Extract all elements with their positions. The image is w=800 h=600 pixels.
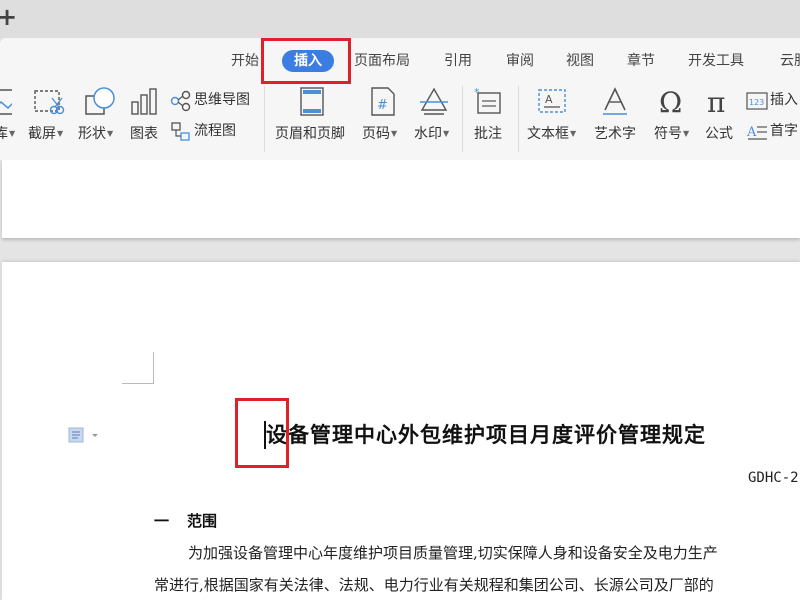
insert-tab-highlight bbox=[261, 38, 351, 84]
svg-text:123: 123 bbox=[749, 98, 764, 107]
ribbon-separator bbox=[462, 86, 463, 152]
tab-developer[interactable]: 开发工具 bbox=[688, 50, 744, 72]
comment-label: 批注 bbox=[474, 126, 502, 142]
chart-tool[interactable]: 图表 bbox=[128, 86, 164, 152]
textbox-label: 文本框▼ bbox=[527, 126, 577, 142]
watermark-tool[interactable]: 水印▼ bbox=[412, 86, 458, 152]
ribbon: 开始 插入 页面布局 引用 审阅 视图 章节 开发工具 云服 库▼ 截屏▼ bbox=[0, 38, 800, 160]
ribbon-separator bbox=[264, 86, 265, 152]
insert-number-tool[interactable]: 123 插入 bbox=[746, 90, 800, 112]
section-number: 一 bbox=[154, 512, 170, 530]
screenshot-tool[interactable]: 截屏▼ bbox=[28, 86, 70, 152]
comment-icon: * bbox=[474, 86, 501, 114]
watermark-icon bbox=[420, 87, 448, 115]
formula-label: 公式 bbox=[705, 126, 733, 142]
document-number[interactable]: GDHC-2 bbox=[748, 470, 799, 486]
pi-icon: π bbox=[707, 86, 725, 118]
screenshot-label: 截屏▼ bbox=[28, 126, 64, 142]
header-footer-label: 页眉和页脚 bbox=[275, 126, 345, 142]
tab-cloud[interactable]: 云服 bbox=[780, 50, 800, 72]
chart-icon bbox=[131, 88, 157, 115]
tab-home[interactable]: 开始 bbox=[231, 50, 259, 72]
paragraph-layout-button[interactable] bbox=[68, 426, 102, 448]
screenshot-icon bbox=[34, 90, 65, 115]
comment-tool[interactable]: * 批注 bbox=[470, 86, 510, 152]
document-page-previous[interactable] bbox=[2, 160, 800, 238]
page-number-tool[interactable]: # 页码▼ bbox=[360, 86, 406, 152]
svg-text:A: A bbox=[746, 125, 757, 140]
ribbon-tabs: 开始 插入 页面布局 引用 审阅 视图 章节 开发工具 云服 bbox=[0, 38, 800, 82]
picture-label: 库▼ bbox=[0, 126, 16, 142]
shape-tool[interactable]: 形状▼ bbox=[78, 86, 122, 152]
picture-icon bbox=[0, 89, 12, 115]
document-title[interactable]: 设备管理中心外包维护项目月度评价管理规定 bbox=[266, 419, 706, 449]
wordart-icon bbox=[603, 87, 627, 115]
paragraph-line[interactable]: 为加强设备管理中心年度维护项目质量管理,切实保障人身和设备安全及电力生产 bbox=[188, 542, 718, 563]
shape-label: 形状▼ bbox=[78, 126, 114, 142]
textbox-icon: A bbox=[538, 89, 566, 113]
page-number-label: 页码▼ bbox=[362, 126, 398, 142]
section-title: 范围 bbox=[187, 512, 218, 530]
wordart-tool[interactable]: 艺术字 bbox=[592, 86, 642, 152]
textbox-tool[interactable]: A 文本框▼ bbox=[526, 86, 582, 152]
header-footer-icon bbox=[300, 87, 324, 116]
number-list-icon: 123 bbox=[746, 92, 768, 110]
tab-references[interactable]: 引用 bbox=[444, 50, 472, 72]
svg-text:π: π bbox=[707, 86, 725, 118]
document-page[interactable]: 设备管理中心外包维护项目月度评价管理规定 GDHC-2 一范围 为加强设备管理中… bbox=[2, 262, 800, 600]
chart-label: 图表 bbox=[130, 126, 158, 142]
svg-text:#: # bbox=[377, 98, 388, 113]
mindmap-tool[interactable]: 思维导图 bbox=[170, 90, 258, 112]
watermark-label: 水印▼ bbox=[414, 126, 450, 142]
svg-text:*: * bbox=[474, 86, 480, 99]
svg-text:Ω: Ω bbox=[659, 86, 682, 118]
flowchart-tool[interactable]: 流程图 bbox=[170, 121, 250, 143]
symbol-tool[interactable]: Ω 符号▼ bbox=[652, 86, 696, 152]
title-bar: + bbox=[0, 0, 800, 38]
flowchart-label: 流程图 bbox=[194, 123, 236, 139]
header-footer-tool[interactable]: 页眉和页脚 bbox=[272, 86, 356, 152]
tab-sections[interactable]: 章节 bbox=[627, 50, 655, 72]
cursor-highlight bbox=[235, 398, 289, 468]
mindmap-icon bbox=[170, 90, 191, 112]
tab-view[interactable]: 视图 bbox=[566, 50, 594, 72]
dropcap-label: 首字 bbox=[770, 123, 798, 139]
symbol-label: 符号▼ bbox=[654, 126, 690, 142]
formula-tool[interactable]: π 公式 bbox=[702, 86, 742, 152]
omega-icon: Ω bbox=[659, 86, 682, 118]
paragraph-icon bbox=[68, 427, 98, 443]
dropcap-tool[interactable]: A 首字 bbox=[746, 121, 800, 143]
page-number-icon: # bbox=[371, 87, 395, 116]
section-heading[interactable]: 一范围 bbox=[154, 510, 217, 531]
tab-page-layout[interactable]: 页面布局 bbox=[354, 50, 410, 72]
picture-tool[interactable]: 库▼ bbox=[0, 86, 20, 152]
flowchart-icon bbox=[171, 122, 190, 141]
tab-review[interactable]: 审阅 bbox=[506, 50, 534, 72]
ribbon-separator bbox=[518, 86, 519, 152]
svg-text:A: A bbox=[545, 93, 553, 106]
wordart-label: 艺术字 bbox=[594, 126, 636, 142]
shape-icon bbox=[85, 87, 115, 115]
mindmap-label: 思维导图 bbox=[194, 92, 250, 108]
page-margin-marker bbox=[122, 352, 154, 384]
insert-number-label: 插入 bbox=[770, 92, 798, 108]
new-tab-button[interactable]: + bbox=[0, 2, 17, 32]
paragraph-line[interactable]: 常进行,根据国家有关法律、法规、电力行业有关规程和集团公司、长源公司及厂部的 bbox=[154, 574, 714, 595]
dropcap-icon: A bbox=[746, 125, 767, 140]
